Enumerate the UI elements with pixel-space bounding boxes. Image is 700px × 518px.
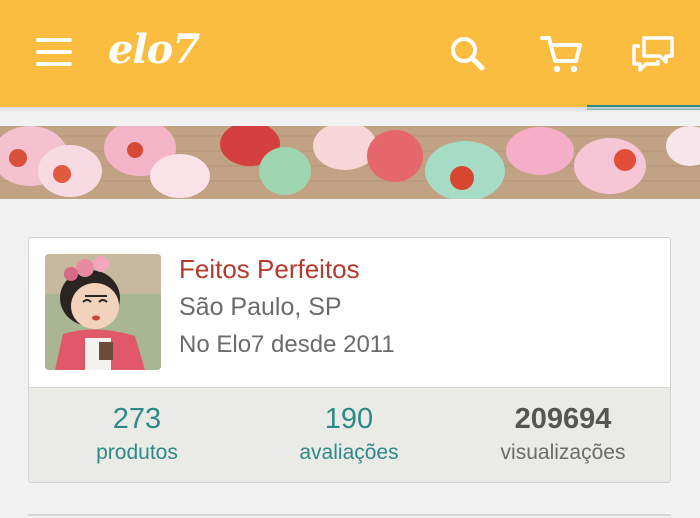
stat-products[interactable]: 273 produtos xyxy=(37,402,237,468)
stat-reviews-label: avaliações xyxy=(299,441,399,464)
next-section-divider xyxy=(28,514,671,516)
store-name[interactable]: Feitos Perfeitos xyxy=(179,254,360,285)
app-bar-shadow xyxy=(0,107,700,113)
cart-icon[interactable] xyxy=(538,30,586,78)
store-location: São Paulo, SP xyxy=(179,293,342,321)
store-stats: 273 produtos 190 avaliações 209694 visua… xyxy=(29,387,670,482)
store-avatar[interactable] xyxy=(45,254,161,370)
store-card[interactable]: Feitos Perfeitos São Paulo, SP No Elo7 d… xyxy=(28,237,671,483)
app-bar: elo7 xyxy=(0,0,700,107)
doll-image xyxy=(45,254,161,370)
chat-icon[interactable] xyxy=(630,30,678,78)
stat-views: 209694 visualizações xyxy=(463,402,663,468)
store-banner xyxy=(0,126,700,199)
store-member-since: No Elo7 desde 2011 xyxy=(179,331,395,358)
stat-products-value: 273 xyxy=(112,403,162,435)
menu-icon[interactable] xyxy=(36,38,74,68)
stat-reviews-value: 190 xyxy=(324,403,374,435)
stat-reviews[interactable]: 190 avaliações xyxy=(249,402,449,468)
stat-views-label: visualizações xyxy=(500,441,626,464)
fabric-flowers-image xyxy=(0,126,700,199)
logo[interactable]: elo7 xyxy=(108,26,200,73)
stat-products-label: produtos xyxy=(96,441,178,464)
stat-views-value: 209694 xyxy=(514,403,612,435)
search-icon[interactable] xyxy=(444,30,492,78)
